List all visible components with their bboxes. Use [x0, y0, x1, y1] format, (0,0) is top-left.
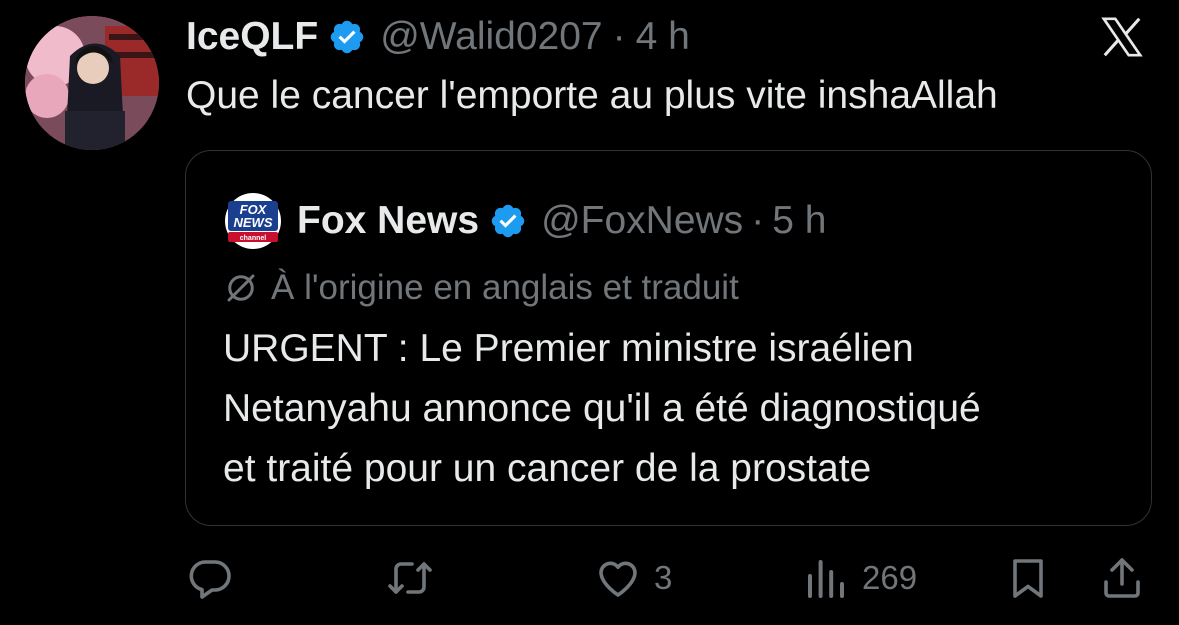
tweet-card[interactable]: IceQLF @Walid0207 · 4 h Que le cancer l'…	[0, 0, 1179, 625]
quoted-display-name[interactable]: Fox News	[297, 199, 479, 243]
bookmark-button[interactable]	[1004, 548, 1052, 608]
fox-logo-line3: channel	[240, 235, 267, 242]
quoted-text-line: et traité pour un cancer de la prostate	[223, 447, 872, 490]
like-button[interactable]: 3	[594, 548, 672, 608]
translation-note-text: À l'origine en anglais et traduit	[271, 268, 739, 307]
like-count: 3	[654, 559, 673, 596]
share-icon	[1104, 558, 1140, 598]
translation-note: À l'origine en anglais et traduit	[223, 266, 739, 310]
heart-icon	[599, 561, 637, 597]
action-bar: 3 269	[0, 548, 1179, 608]
quoted-text: URGENT : Le Premier ministre israélien N…	[223, 319, 1123, 499]
translate-icon	[227, 274, 255, 302]
views-chart-icon	[808, 560, 844, 598]
author-display-name[interactable]: IceQLF	[186, 15, 318, 59]
views-button[interactable]: 269	[802, 548, 917, 608]
x-logo-icon[interactable]	[1098, 14, 1146, 60]
bookmark-icon	[1013, 559, 1043, 598]
quoted-text-line: URGENT : Le Premier ministre israélien	[223, 327, 914, 370]
quoted-text-line: Netanyahu annonce qu'il a été diagnostiq…	[223, 387, 981, 430]
verified-badge-icon	[491, 204, 525, 238]
quoted-tweet[interactable]: FOX NEWS channel Fox News @FoxNews · 5 h…	[185, 150, 1152, 526]
views-count: 269	[862, 559, 918, 596]
share-button[interactable]	[1098, 548, 1146, 608]
separator-dot: ·	[751, 199, 765, 242]
fox-news-logo-icon[interactable]: FOX NEWS channel	[223, 193, 283, 249]
quoted-timestamp[interactable]: 5 h	[772, 199, 826, 243]
author-handle[interactable]: @Walid0207	[380, 15, 602, 59]
tweet-header: IceQLF @Walid0207 · 4 h	[186, 12, 690, 62]
separator-dot: ·	[612, 15, 626, 58]
quoted-handle[interactable]: @FoxNews	[541, 199, 743, 243]
retweet-icon	[388, 562, 432, 594]
verified-badge-icon	[330, 20, 364, 54]
reply-button[interactable]	[186, 548, 246, 608]
quoted-header: FOX NEWS channel Fox News @FoxNews · 5 h	[223, 193, 826, 249]
tweet-timestamp[interactable]: 4 h	[636, 15, 690, 59]
reply-icon	[189, 560, 231, 599]
fox-logo-line2: NEWS	[234, 215, 273, 230]
retweet-button[interactable]	[386, 548, 446, 608]
avatar[interactable]	[25, 16, 159, 150]
tweet-text: Que le cancer l'emporte au plus vite ins…	[186, 74, 998, 117]
